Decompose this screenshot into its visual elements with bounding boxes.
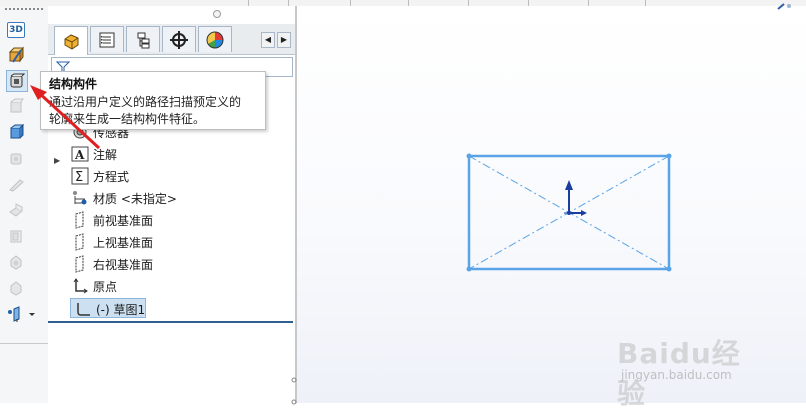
tree-item-label: 材质 <未指定> [93,191,177,206]
tree-item-label: 原点 [93,279,118,294]
origin-axes-icon [564,180,587,216]
reference-geometry-icon[interactable] [6,304,36,324]
featuremanager-panel: ◀ ▶ ) 传感器 ▶ A 注解 Σ 方程式 材质 <未指定> [48,6,297,405]
tree-item-right-plane[interactable]: 右视基准面 [70,254,153,274]
fillet-bead-icon-disabled [6,174,26,194]
tooltip-description: 轮廓来生成一结构构件特征。 [49,112,206,126]
hole-icon-disabled [6,252,26,272]
tooltip-description: 通过沿用户定义的路径扫描预定义的 [49,95,242,109]
top-right-tool-icon[interactable] [776,0,796,10]
sketch-icon [73,300,93,318]
plane-icon [70,255,90,273]
extruded-boss-icon-disabled [6,200,26,220]
tab-scroll-right-icon[interactable]: ▶ [277,32,291,48]
propertymanager-tab-icon[interactable] [90,26,124,52]
dimxpert-tab-icon[interactable] [162,26,196,52]
chamfer-icon-disabled [6,278,26,298]
tree-item-label: 前视基准面 [93,213,154,228]
tree-item-label: (-) 草图1 [96,303,146,317]
panel-grip[interactable] [213,10,221,18]
toolbar-separator [0,343,48,344]
tree-item-sketch1[interactable]: (-) 草图1 [70,298,146,318]
tree-item-annotations[interactable]: A 注解 [70,144,117,164]
tree-item-label: 方程式 [93,169,130,184]
plane-icon [70,211,90,229]
svg-text:Σ: Σ [75,170,83,185]
structural-member-icon[interactable] [6,70,28,92]
tooltip-title: 结构构件 [49,77,98,91]
configurationmanager-tab-icon[interactable] [126,26,160,52]
end-cap-icon-disabled [6,148,26,168]
svg-text:A: A [74,148,85,162]
weldment-icon[interactable] [6,45,26,65]
tree-item-front-plane[interactable]: 前视基准面 [70,210,153,230]
watermark: Baidu经验 jingyan.baidu.com [617,318,767,410]
panel-divider [48,321,293,323]
weldments-toolbar: 3D [0,6,49,403]
featuremanager-tabs: ◀ ▶ [48,24,295,55]
toolbar-grip[interactable] [5,8,43,12]
expand-triangle-icon[interactable]: ▶ [54,156,60,165]
origin-icon [70,277,90,295]
tree-item-origin[interactable]: 原点 [70,276,117,296]
tree-item-label: 右视基准面 [93,257,154,272]
watermark-url: jingyan.baidu.com [621,368,732,382]
tree-item-equations[interactable]: Σ 方程式 [70,166,129,186]
featuremanager-tab-icon[interactable] [54,26,88,55]
trim-extend-icon[interactable] [6,122,26,142]
plane-icon [70,233,90,251]
tree-item-material[interactable]: 材质 <未指定> [70,188,177,208]
tab-scroll-left-icon[interactable]: ◀ [261,32,275,48]
displaymanager-tab-icon[interactable] [198,26,232,52]
tooltip-structural-member: 结构构件 通过沿用户定义的路径扫描预定义的 轮廓来生成一结构构件特征。 [40,71,266,130]
tree-item-label: 上视基准面 [93,235,154,250]
gusset-icon-disabled [6,96,26,116]
extruded-cut-icon-disabled [6,226,26,246]
annotations-icon: A [70,145,90,163]
3d-view-icon[interactable]: 3D [6,20,26,40]
tree-item-top-plane[interactable]: 上视基准面 [70,232,153,252]
material-icon [70,189,90,207]
equations-icon: Σ [70,167,90,185]
tree-item-label: 注解 [93,147,118,162]
